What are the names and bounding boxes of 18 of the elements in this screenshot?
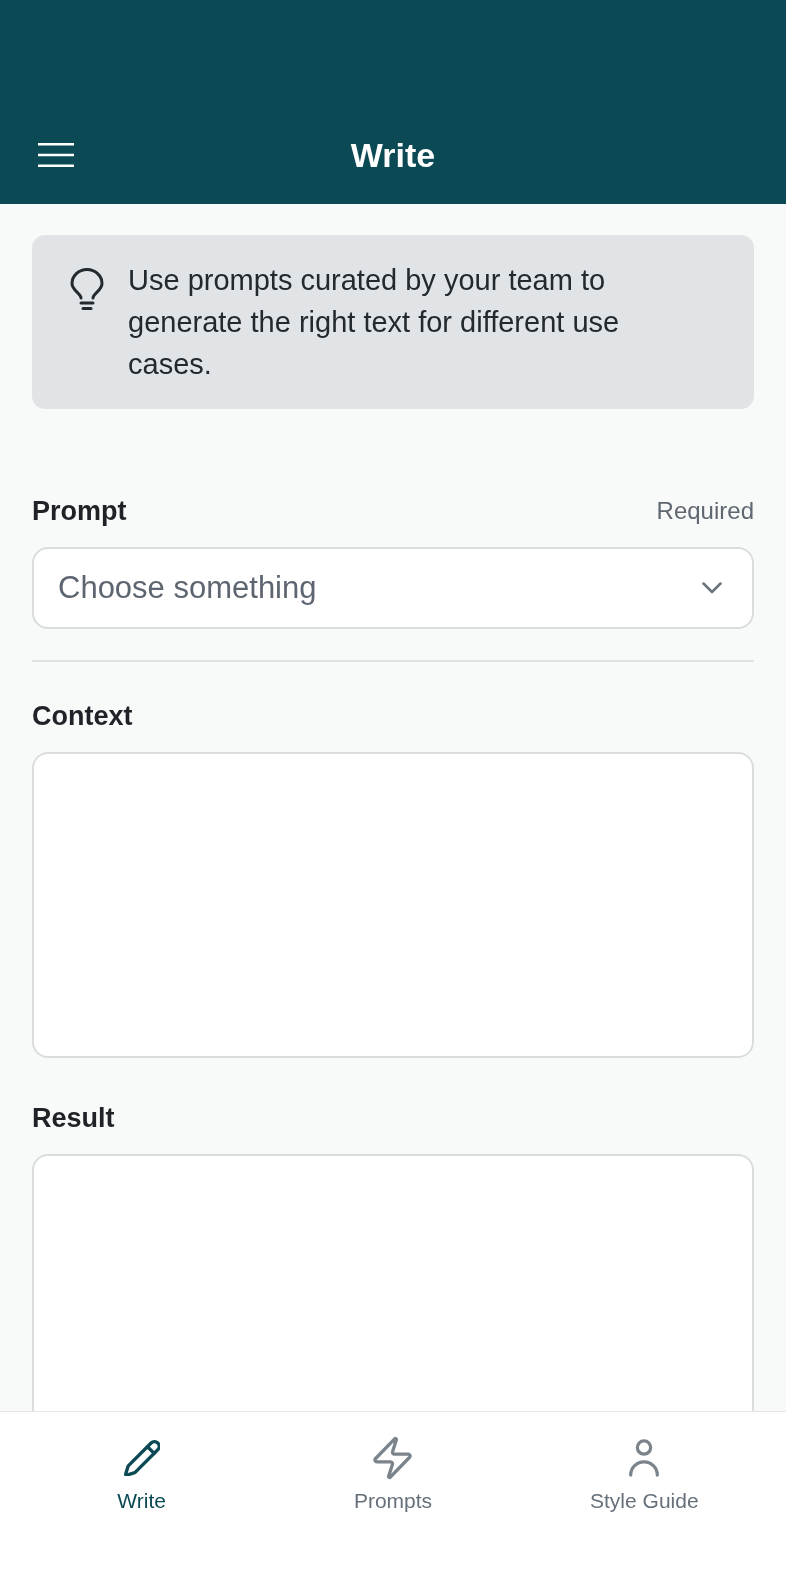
lightning-bolt-icon	[373, 1436, 413, 1480]
pencil-icon	[123, 1440, 160, 1476]
nav-tab[interactable]: Style Guide	[590, 1436, 699, 1514]
required-note: Required	[656, 496, 754, 526]
menu-button[interactable]	[38, 143, 74, 167]
page-title: Write	[350, 135, 436, 176]
chevron-down-icon	[702, 582, 722, 594]
nav-tab[interactable]: Prompts	[353, 1436, 433, 1514]
field-label: Result	[32, 1102, 115, 1134]
text-input-field[interactable]	[32, 752, 754, 1058]
field-label: Prompt	[32, 495, 127, 527]
text-input-field[interactable]	[32, 1154, 754, 1411]
field-label: Context	[32, 700, 133, 732]
nav-tab[interactable]: Write	[117, 1436, 166, 1514]
lightbulb-icon	[70, 268, 104, 310]
select-field[interactable]: Choose something	[32, 547, 754, 629]
menu-icon	[38, 143, 74, 167]
tip-text: Use prompts curated by your team to generate the right text for different use cases.	[128, 263, 621, 382]
